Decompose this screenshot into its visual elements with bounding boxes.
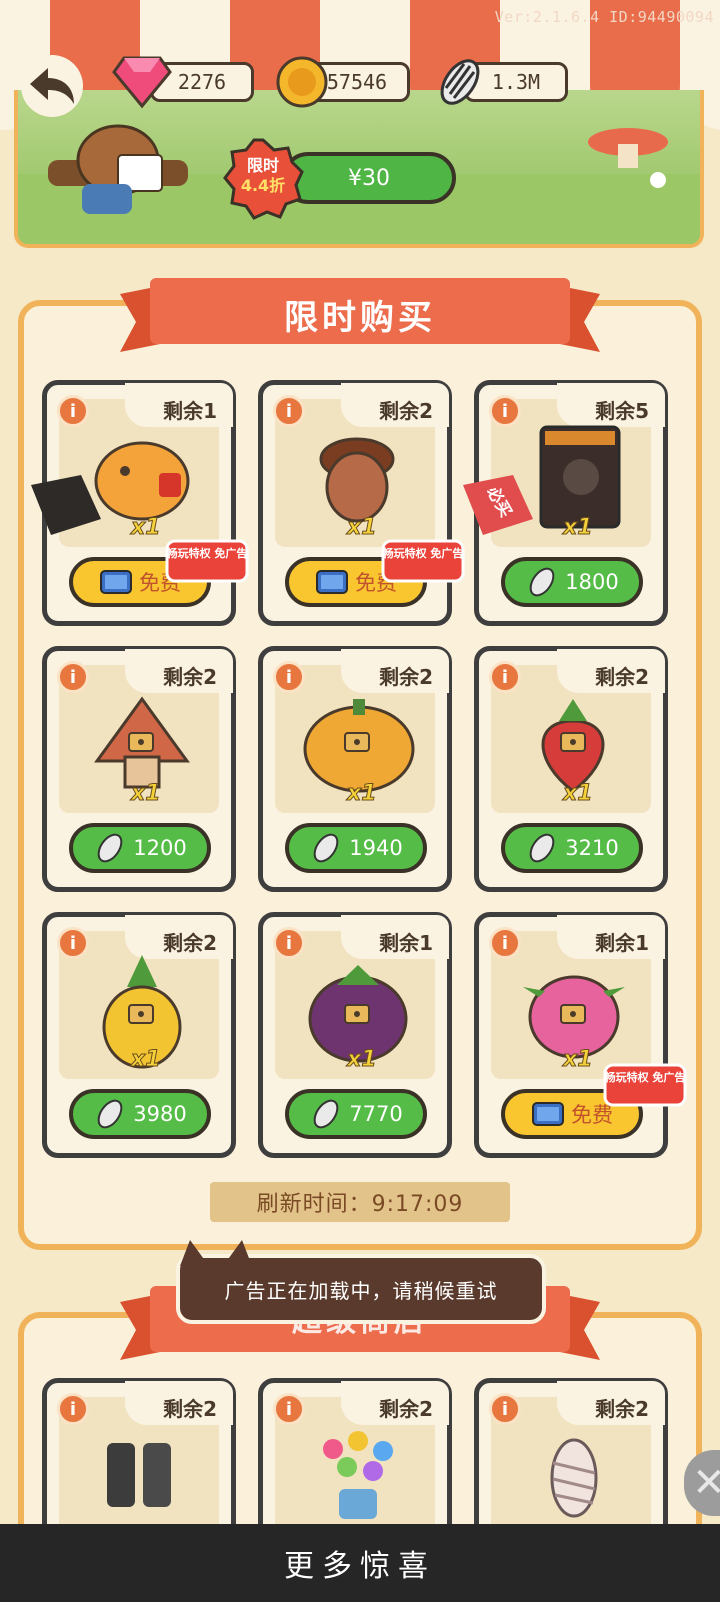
shop-item-card: i 剩余2 x1 1200 xyxy=(42,646,236,892)
item-quantity: x1 xyxy=(347,1047,377,1073)
remaining-count: 剩余5 xyxy=(595,399,649,423)
ad-free-privilege-badge: 畅玩特权 免广告 xyxy=(165,533,249,587)
buy-button-label: 7770 xyxy=(349,1102,403,1126)
shop-item-card: i 剩余1 x1 7770 xyxy=(258,912,452,1158)
remaining-count: 剩余2 xyxy=(163,665,217,689)
banner-price-button[interactable]: ¥30 xyxy=(282,152,456,204)
piggy-bank-icon xyxy=(94,441,190,521)
lock-icon xyxy=(128,732,154,752)
remaining-count: 剩余2 xyxy=(163,1397,217,1421)
buy-button-label: 1800 xyxy=(565,570,619,594)
buy-button-label: 3980 xyxy=(133,1102,187,1126)
info-icon[interactable]: i xyxy=(273,927,305,959)
remaining-count: 剩余2 xyxy=(595,1397,649,1421)
item-quantity: x1 xyxy=(563,1047,593,1073)
sunflower-seed-icon xyxy=(529,833,555,863)
seed-buy-button[interactable]: 3210 xyxy=(501,823,643,873)
video-ad-icon xyxy=(100,570,132,594)
shop-item-card: i 剩余5 x1 必买 1800 xyxy=(463,380,668,626)
back-arrow-icon xyxy=(21,55,83,117)
mushroom-decor-icon xyxy=(588,128,668,188)
ad-free-label: 畅玩特权 免广告 xyxy=(382,547,464,560)
shop-item-card: i 剩余1 x1 免费 畅玩特权 免广告 xyxy=(474,912,687,1158)
info-icon[interactable]: i xyxy=(273,395,305,427)
version-label: Ver:2.1.6.4 ID:94490094 xyxy=(494,8,714,26)
lock-icon xyxy=(344,732,370,752)
buy-button-label: 1200 xyxy=(133,836,187,860)
coin-icon xyxy=(272,52,332,112)
remaining-count: 剩余1 xyxy=(595,931,649,955)
info-icon[interactable]: i xyxy=(273,661,305,693)
back-button[interactable] xyxy=(14,48,90,124)
item-quantity: x1 xyxy=(347,515,377,541)
buy-button-label: 3210 xyxy=(565,836,619,860)
seed-buy-button[interactable]: 1800 xyxy=(501,557,643,607)
seed-buy-button[interactable]: 1200 xyxy=(69,823,211,873)
cat-ears-icon xyxy=(180,1240,252,1266)
gem-icon xyxy=(112,52,172,112)
item-quantity: x1 xyxy=(131,781,161,807)
lock-icon xyxy=(560,732,586,752)
remaining-count: 剩余2 xyxy=(379,399,433,423)
remaining-count: 剩余2 xyxy=(379,665,433,689)
shop-item-card: i 剩余2 x1 免费 畅玩特权 免广告 xyxy=(258,380,465,626)
info-icon[interactable]: i xyxy=(273,1393,305,1425)
badge-line1: 限时 xyxy=(246,156,279,175)
shop-item-card: i 剩余2 x1 3980 xyxy=(42,912,236,1158)
item-quantity: x1 xyxy=(131,515,161,541)
ad-free-privilege-badge: 畅玩特权 免广告 xyxy=(381,533,465,587)
remaining-count: 剩余1 xyxy=(379,931,433,955)
ad-free-label: 畅玩特权 免广告 xyxy=(166,547,248,560)
item-quantity: x1 xyxy=(347,781,377,807)
sunflower-seed-icon xyxy=(313,1099,339,1129)
limited-section-title: 限时购买 xyxy=(284,298,436,338)
info-icon[interactable]: i xyxy=(57,1393,89,1425)
sunflower-seed-icon xyxy=(529,567,555,597)
info-icon[interactable]: i xyxy=(57,661,89,693)
shop-item-card: i 剩余1 x1 免费 畅玩特权 免广告 xyxy=(31,380,249,626)
shop-item-card: i 剩余2 x1 3210 xyxy=(474,646,668,892)
remaining-count: 剩余2 xyxy=(595,665,649,689)
seed-buy-button[interactable]: 1940 xyxy=(285,823,427,873)
refresh-timer: 刷新时间：9:17:09 xyxy=(210,1182,510,1222)
video-ad-icon xyxy=(316,570,348,594)
lock-icon xyxy=(128,1004,154,1024)
ad-free-privilege-badge: 畅玩特权 免广告 xyxy=(603,1057,687,1111)
buy-button-label: 1940 xyxy=(349,836,403,860)
ad-free-label: 畅玩特权 免广告 xyxy=(604,1071,686,1084)
shop-item-card: i 剩余2 x1 1940 xyxy=(258,646,452,892)
sunflower-seed-icon xyxy=(313,833,339,863)
info-icon[interactable]: i xyxy=(489,927,521,959)
love-eat-tag-icon xyxy=(31,475,101,535)
remaining-count: 剩余1 xyxy=(163,399,217,423)
info-icon[interactable]: i xyxy=(489,1393,521,1425)
lock-icon xyxy=(560,1004,586,1024)
lock-icon xyxy=(344,1004,370,1024)
flower-pot-icon xyxy=(323,1431,393,1519)
item-quantity: x1 xyxy=(131,1047,161,1073)
seed-buy-button[interactable]: 3980 xyxy=(69,1089,211,1139)
info-icon[interactable]: i xyxy=(57,395,89,427)
sunflower-seed-icon xyxy=(97,833,123,863)
badge-line2: 4.4折 xyxy=(240,176,286,195)
remaining-count: 剩余2 xyxy=(379,1397,433,1421)
info-icon[interactable]: i xyxy=(57,927,89,959)
info-icon[interactable]: i xyxy=(489,395,521,427)
item-quantity: x1 xyxy=(563,515,593,541)
limit-badge-text: 限时 4.4折 xyxy=(222,156,304,196)
more-surprises-bar[interactable]: 更多惊喜 xyxy=(0,1524,720,1602)
remaining-count: 剩余2 xyxy=(163,931,217,955)
info-icon[interactable]: i xyxy=(489,661,521,693)
video-ad-icon xyxy=(532,1102,564,1126)
seed-buy-button[interactable]: 7770 xyxy=(285,1089,427,1139)
sunflower-seed-icon xyxy=(430,52,490,112)
sunflower-seed-icon xyxy=(97,1099,123,1129)
item-quantity: x1 xyxy=(563,781,593,807)
acorn-icon xyxy=(319,437,395,523)
rain-boots-icon xyxy=(107,1443,171,1507)
cocoon-icon xyxy=(550,1438,598,1518)
